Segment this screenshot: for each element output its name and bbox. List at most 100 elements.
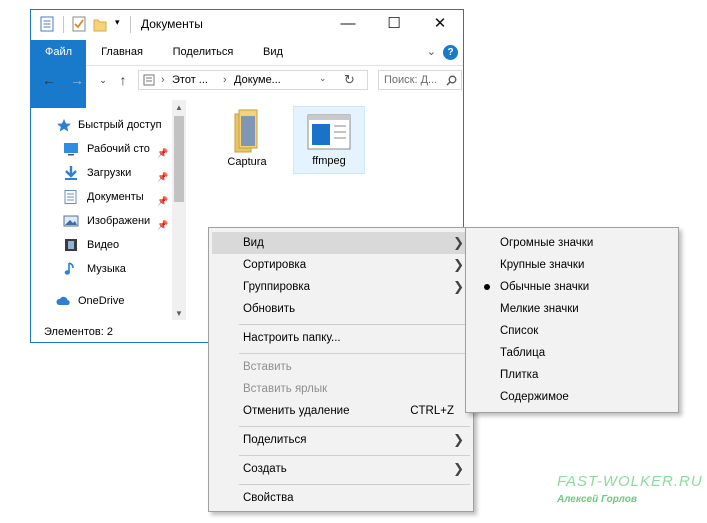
menu-item-extra-large-icons[interactable]: Огромные значки <box>469 232 675 254</box>
breadcrumb-separator-icon: › <box>223 74 227 86</box>
quick-access-dropdown-icon[interactable]: ▾ <box>115 17 120 28</box>
help-icon[interactable]: ? <box>443 45 458 60</box>
video-icon <box>65 239 77 251</box>
folder-icon <box>307 114 351 150</box>
menu-item-shortcut: CTRL+Z <box>410 405 454 417</box>
submenu-arrow-icon: ❯ <box>453 461 464 476</box>
address-bar[interactable]: › Этот ... › Докуме... ⌄ ↻ <box>138 70 368 90</box>
search-placeholder: Поиск: Д... <box>384 74 438 86</box>
menu-item-label: Таблица <box>500 347 546 359</box>
menu-divider <box>239 455 470 456</box>
navigation-scrollbar[interactable]: ▲ ▼ <box>172 100 186 320</box>
address-dropdown-icon[interactable]: ⌄ <box>319 73 327 84</box>
scroll-down-icon[interactable]: ▼ <box>172 309 186 318</box>
sidebar-item-label: Изображени <box>87 215 151 227</box>
ribbon-tabs: Файл Главная Поделиться Вид ⌄ ? <box>31 40 463 108</box>
menu-item-small-icons[interactable]: Мелкие значки <box>469 298 675 320</box>
menu-item-label: Вставить <box>243 361 292 373</box>
sidebar-item-label: Загрузки <box>87 167 132 179</box>
minimize-button[interactable]: — <box>325 10 371 40</box>
search-icon <box>446 75 457 86</box>
menu-item-label: Настроить папку... <box>243 332 341 344</box>
submenu-arrow-icon: ❯ <box>453 279 464 294</box>
search-input[interactable]: Поиск: Д... <box>378 70 462 90</box>
checklist-icon[interactable] <box>72 16 86 32</box>
title-bar[interactable]: ▾ Документы — ☐ ✕ <box>31 10 463 40</box>
tab-view[interactable]: Вид <box>253 40 293 65</box>
menu-item-label: Поделиться <box>243 434 307 446</box>
menu-item-group[interactable]: Группировка ❯ <box>212 276 470 298</box>
menu-item-label: Содержимое <box>500 391 569 403</box>
expand-ribbon-icon[interactable]: ⌄ <box>427 45 436 58</box>
menu-item-view[interactable]: Вид ❯ <box>212 232 470 254</box>
pin-icon[interactable]: 📌 <box>157 191 168 211</box>
scroll-up-icon[interactable]: ▲ <box>172 103 186 112</box>
documents-icon <box>64 190 77 204</box>
up-arrow-icon[interactable]: ↑ <box>114 70 132 90</box>
desktop-icon <box>64 143 78 156</box>
breadcrumb-this-pc[interactable]: Этот ... <box>172 74 208 86</box>
file-item-captura[interactable]: Captura <box>211 106 283 174</box>
menu-item-content[interactable]: Содержимое <box>469 386 675 408</box>
file-name: Captura <box>227 156 267 168</box>
tab-share[interactable]: Поделиться <box>163 40 243 65</box>
status-bar-item-count: Элементов: 2 <box>44 326 113 338</box>
pin-icon[interactable]: 📌 <box>157 143 168 163</box>
menu-item-paste-shortcut[interactable]: Вставить ярлык <box>212 378 470 400</box>
breadcrumb-separator-icon: › <box>161 74 165 86</box>
menu-item-properties[interactable]: Свойства <box>212 487 470 509</box>
properties-icon[interactable] <box>40 16 54 32</box>
breadcrumb-documents[interactable]: Докуме... <box>234 74 281 86</box>
context-menu: Вид ❯ Сортировка ❯ Группировка ❯ Обновит… <box>208 227 474 512</box>
back-arrow-icon[interactable]: ← <box>40 70 58 90</box>
pin-icon[interactable]: 📌 <box>157 215 168 235</box>
recent-locations-icon[interactable]: ⌄ <box>94 70 112 90</box>
navigation-bar: ← → ⌄ ↑ › Этот ... › Докуме... ⌄ ↻ Поиск… <box>31 66 463 94</box>
menu-item-label: Крупные значки <box>500 259 585 271</box>
menu-divider <box>239 484 470 485</box>
file-item-ffmpeg[interactable]: ffmpeg <box>293 106 365 174</box>
menu-item-label: Огромные значки <box>500 237 594 249</box>
watermark-site: FAST-WOLKER.RU <box>557 473 703 490</box>
sidebar-item-label: Документы <box>87 191 144 203</box>
menu-item-details[interactable]: Таблица <box>469 342 675 364</box>
menu-item-sort[interactable]: Сортировка ❯ <box>212 254 470 276</box>
menu-item-label: Создать <box>243 463 287 475</box>
pin-icon[interactable]: 📌 <box>157 167 168 187</box>
watermark-author: Алексей Горлов <box>557 494 637 505</box>
sidebar-item-label: Видео <box>87 239 120 251</box>
menu-divider <box>239 426 470 427</box>
menu-item-label: Группировка <box>243 281 311 293</box>
maximize-button[interactable]: ☐ <box>371 10 417 40</box>
tab-home[interactable]: Главная <box>91 40 153 65</box>
forward-arrow-icon[interactable]: → <box>68 70 86 90</box>
folder-icon <box>234 109 258 153</box>
sidebar-item-label: Музыка <box>87 263 126 275</box>
menu-item-undo-delete[interactable]: Отменить удаление CTRL+Z <box>212 400 470 422</box>
menu-item-label: Список <box>500 325 539 337</box>
music-icon <box>64 262 74 275</box>
toolbar-divider <box>63 16 64 33</box>
scrollbar-thumb[interactable] <box>174 116 184 202</box>
menu-item-new[interactable]: Создать ❯ <box>212 458 470 480</box>
menu-item-list[interactable]: Список <box>469 320 675 342</box>
menu-item-share[interactable]: Поделиться ❯ <box>212 429 470 451</box>
menu-item-large-icons[interactable]: Крупные значки <box>469 254 675 276</box>
menu-item-customize-folder[interactable]: Настроить папку... <box>212 327 470 349</box>
menu-item-refresh[interactable]: Обновить <box>212 298 470 320</box>
sidebar-item-label: Рабочий сто <box>87 143 150 155</box>
sidebar-item-label: OneDrive <box>78 295 125 307</box>
menu-item-medium-icons[interactable]: Обычные значки <box>469 276 675 298</box>
menu-item-tiles[interactable]: Плитка <box>469 364 675 386</box>
submenu-arrow-icon: ❯ <box>453 235 464 250</box>
refresh-icon[interactable]: ↻ <box>344 72 355 88</box>
menu-item-label: Плитка <box>500 369 539 381</box>
menu-item-label: Обычные значки <box>500 281 590 293</box>
new-folder-icon[interactable] <box>93 16 107 32</box>
menu-item-paste[interactable]: Вставить <box>212 356 470 378</box>
submenu-arrow-icon: ❯ <box>453 432 464 447</box>
menu-item-label: Мелкие значки <box>500 303 579 315</box>
close-button[interactable]: ✕ <box>417 10 463 40</box>
window-title: Документы <box>141 17 203 31</box>
menu-item-label: Отменить удаление <box>243 405 350 417</box>
